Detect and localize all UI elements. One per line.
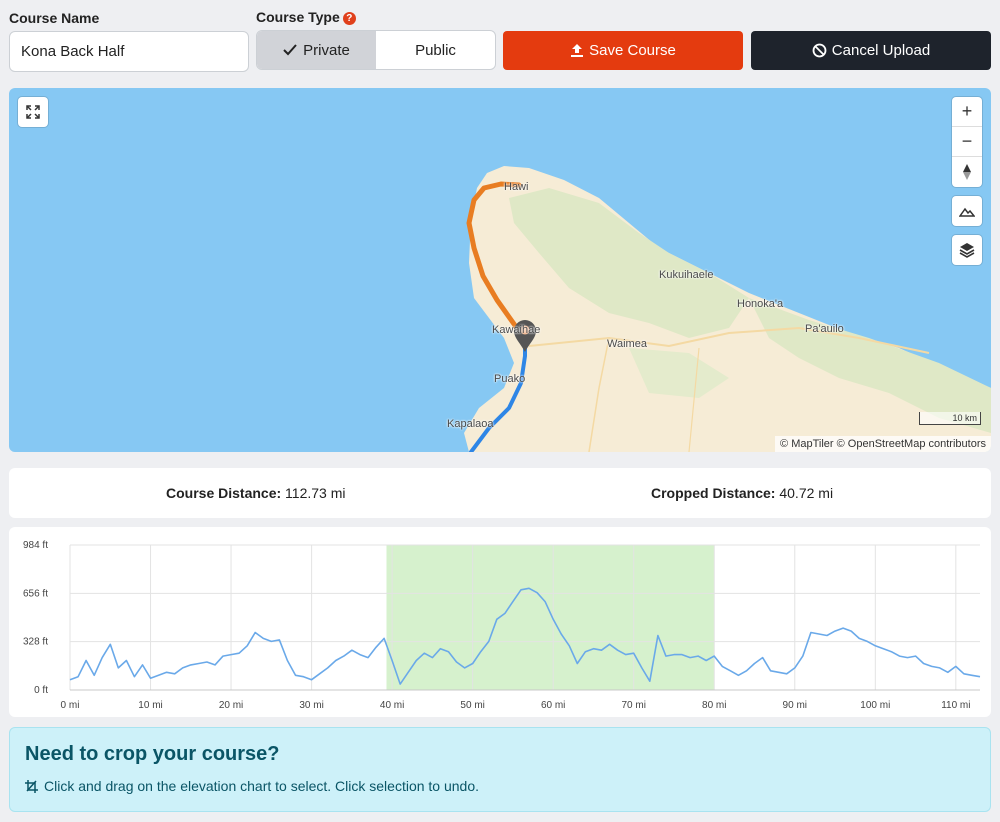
- x-tick-label: 90 mi: [783, 700, 807, 711]
- x-tick-label: 20 mi: [219, 700, 243, 711]
- layers-icon[interactable]: [952, 235, 982, 265]
- x-tick-label: 50 mi: [460, 700, 484, 711]
- course-name-input[interactable]: [9, 31, 249, 72]
- town-label: Hawi: [504, 181, 529, 193]
- cropped-distance: Cropped Distance: 40.72 mi: [651, 485, 833, 501]
- ban-icon: [812, 43, 827, 58]
- y-tick-label: 0 ft: [34, 685, 48, 696]
- x-tick-label: 10 mi: [138, 700, 162, 711]
- cancel-upload-label: Cancel Upload: [831, 42, 931, 59]
- town-label: Honoka'a: [737, 298, 784, 310]
- town-label: Kukuihaele: [659, 269, 714, 281]
- town-label: Kawaihae: [492, 324, 541, 336]
- y-tick-label: 984 ft: [23, 540, 48, 551]
- zoom-control[interactable]: + −: [952, 97, 982, 187]
- town-label: Waimea: [607, 338, 647, 350]
- x-tick-label: 0 mi: [61, 700, 80, 711]
- zoom-out-icon[interactable]: −: [952, 127, 982, 157]
- crop-help-text-row: Click and drag on the elevation chart to…: [25, 778, 479, 794]
- map-scale: 10 km: [919, 412, 981, 425]
- distance-card: Course Distance: 112.73 mi Cropped Dista…: [9, 468, 991, 518]
- zoom-in-icon[interactable]: +: [952, 97, 982, 127]
- compass-icon[interactable]: [952, 157, 982, 187]
- y-tick-label: 656 ft: [23, 588, 48, 599]
- x-tick-label: 30 mi: [299, 700, 323, 711]
- x-tick-label: 40 mi: [380, 700, 404, 711]
- x-tick-label: 60 mi: [541, 700, 565, 711]
- x-tick-label: 70 mi: [621, 700, 645, 711]
- course-distance: Course Distance: 112.73 mi: [166, 485, 346, 501]
- elevation-chart[interactable]: 0 mi 10 mi 20 mi 30 mi 40 mi 50 mi 60 mi 70 mi 8…: [9, 527, 991, 717]
- x-tick-label: 110 mi: [941, 700, 970, 711]
- type-private-label: Private: [303, 41, 350, 59]
- town-label: Pa'auilo: [805, 323, 844, 335]
- crop-icon: [25, 779, 38, 793]
- terrain-control[interactable]: [952, 196, 982, 226]
- type-public-option[interactable]: Public: [376, 31, 495, 69]
- save-course-label: Save Course: [589, 42, 676, 59]
- x-tick-label: 100 mi: [860, 700, 890, 711]
- map-attribution: © MapTiler © OpenStreetMap contributors: [775, 436, 991, 452]
- map-base: [464, 166, 991, 452]
- crop-selection: [386, 545, 715, 690]
- check-icon: [283, 44, 297, 56]
- town-label: Kapalaoa: [447, 418, 494, 430]
- course-distance-value: 112.73 mi: [285, 485, 346, 501]
- fullscreen-control[interactable]: [18, 97, 48, 127]
- crop-help-text: Click and drag on the elevation chart to…: [44, 778, 480, 794]
- course-name-label: Course Name: [9, 10, 100, 26]
- course-type-toggle[interactable]: Private Public: [256, 30, 496, 70]
- course-type-label-text: Course Type: [256, 9, 340, 25]
- cropped-distance-label: Cropped Distance:: [651, 485, 776, 501]
- type-private-option[interactable]: Private: [257, 31, 376, 69]
- upload-icon: [571, 44, 584, 57]
- course-type-label: Course Type?: [256, 9, 356, 25]
- save-course-button[interactable]: Save Course: [503, 31, 743, 70]
- town-label: Puako: [494, 373, 526, 385]
- help-icon[interactable]: ?: [342, 12, 356, 25]
- course-map[interactable]: Hawi Kukuihaele Honoka'a Pa'auilo Kawaih…: [9, 88, 991, 452]
- terrain-icon[interactable]: [952, 196, 982, 226]
- layers-control[interactable]: [952, 235, 982, 265]
- crop-help-title: Need to crop your course?: [25, 743, 280, 765]
- course-distance-label: Course Distance:: [166, 485, 282, 501]
- y-tick-label: 328 ft: [23, 637, 48, 648]
- type-public-label: Public: [415, 41, 456, 59]
- cropped-distance-value: 40.72 mi: [779, 485, 834, 501]
- expand-icon[interactable]: [18, 97, 48, 127]
- crop-help-panel: Need to crop your course? Click and drag…: [9, 727, 991, 812]
- cancel-upload-button[interactable]: Cancel Upload: [751, 31, 991, 70]
- elevation-chart-card[interactable]: 0 mi 10 mi 20 mi 30 mi 40 mi 50 mi 60 mi 70 mi 8…: [9, 527, 991, 717]
- x-tick-label: 80 mi: [702, 700, 726, 711]
